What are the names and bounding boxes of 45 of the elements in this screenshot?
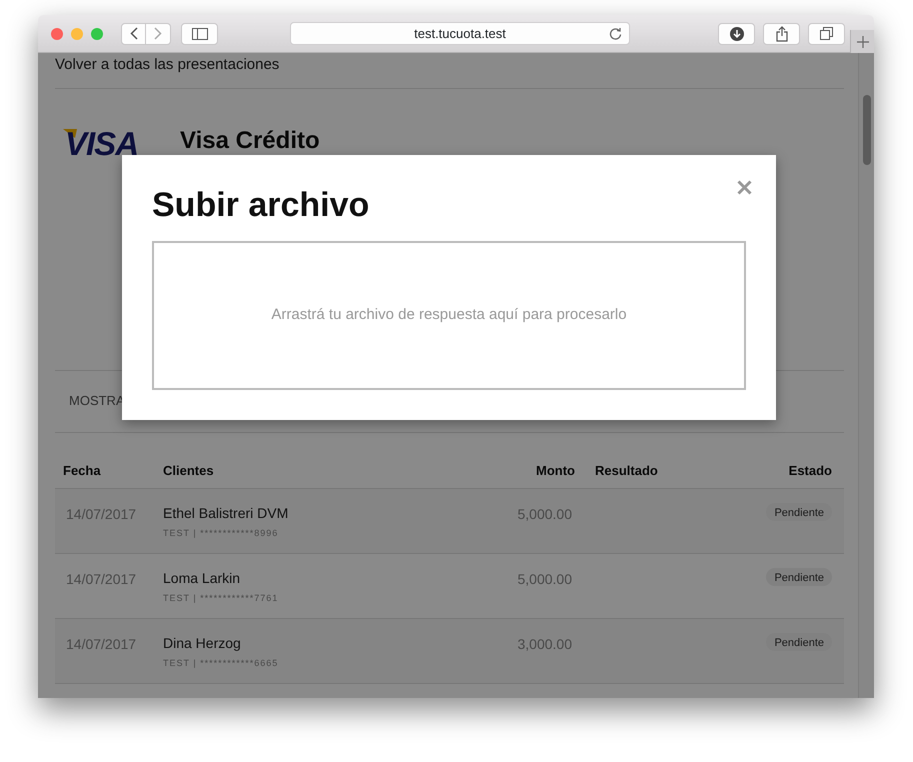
share-icon [776, 26, 788, 42]
filter-label: MOSTRA [69, 392, 125, 410]
close-icon [737, 180, 752, 196]
card-number: TEST | ************6665 [163, 656, 280, 670]
reload-icon [609, 27, 622, 40]
sidebar-icon [192, 28, 208, 40]
column-header: Clientes [163, 463, 214, 478]
amount-cell-text: 5,000.00 [518, 570, 573, 586]
column-header: Monto [536, 463, 575, 478]
address-bar[interactable]: test.tucuota.test [290, 22, 630, 45]
new-tab-button[interactable] [850, 30, 874, 53]
sidebar-button[interactable] [181, 22, 218, 44]
date-cell-text: 14/07/2017 [65, 636, 136, 652]
client-name: Ethel Balistreri DVM [163, 504, 290, 522]
card-logo: VISA [65, 126, 138, 160]
tabs-button[interactable] [808, 22, 845, 44]
zoom-window-button[interactable] [91, 28, 103, 40]
amount-cell-text: 3,000.00 [518, 636, 573, 652]
date-cell-text: 14/07/2017 [65, 570, 136, 586]
chevron-right-icon [154, 27, 162, 40]
back-button[interactable] [121, 22, 146, 44]
plus-icon [856, 36, 868, 48]
column-header: Estado [788, 462, 832, 480]
date-cell-text: 14/07/2017 [65, 506, 136, 522]
column-header: Resultado [595, 463, 658, 478]
status-badge: Pendiente [766, 502, 832, 520]
card-number: TEST | ************8996 [163, 526, 280, 540]
card-title: Visa Crédito [180, 128, 320, 152]
dialog-title: Subir archivo [152, 188, 370, 222]
close-window-button[interactable] [51, 28, 63, 40]
card-number: TEST | ************7761 [163, 592, 280, 605]
file-drop-zone[interactable]: Arrastrá tu archivo de respuesta aquí para procesarlo [152, 241, 746, 390]
client-name: Dina Herzog [163, 634, 242, 653]
status-badge: Pendiente [766, 632, 832, 650]
client-name: Loma Larkin [163, 568, 242, 588]
status-badge: Pendiente [766, 568, 832, 586]
tabs-icon [820, 27, 833, 40]
drop-zone-hint: Arrastrá tu archivo de respuesta aquí para procesarlo [271, 305, 627, 326]
download-icon [730, 26, 744, 40]
back-link[interactable]: Volver a todas las presentaciones [55, 54, 844, 88]
download-button[interactable] [718, 22, 755, 44]
amount-cell-text: 5,000.00 [518, 506, 573, 522]
column-header: Fecha [63, 463, 101, 478]
share-button[interactable] [763, 22, 800, 44]
chevron-left-icon [130, 27, 138, 40]
